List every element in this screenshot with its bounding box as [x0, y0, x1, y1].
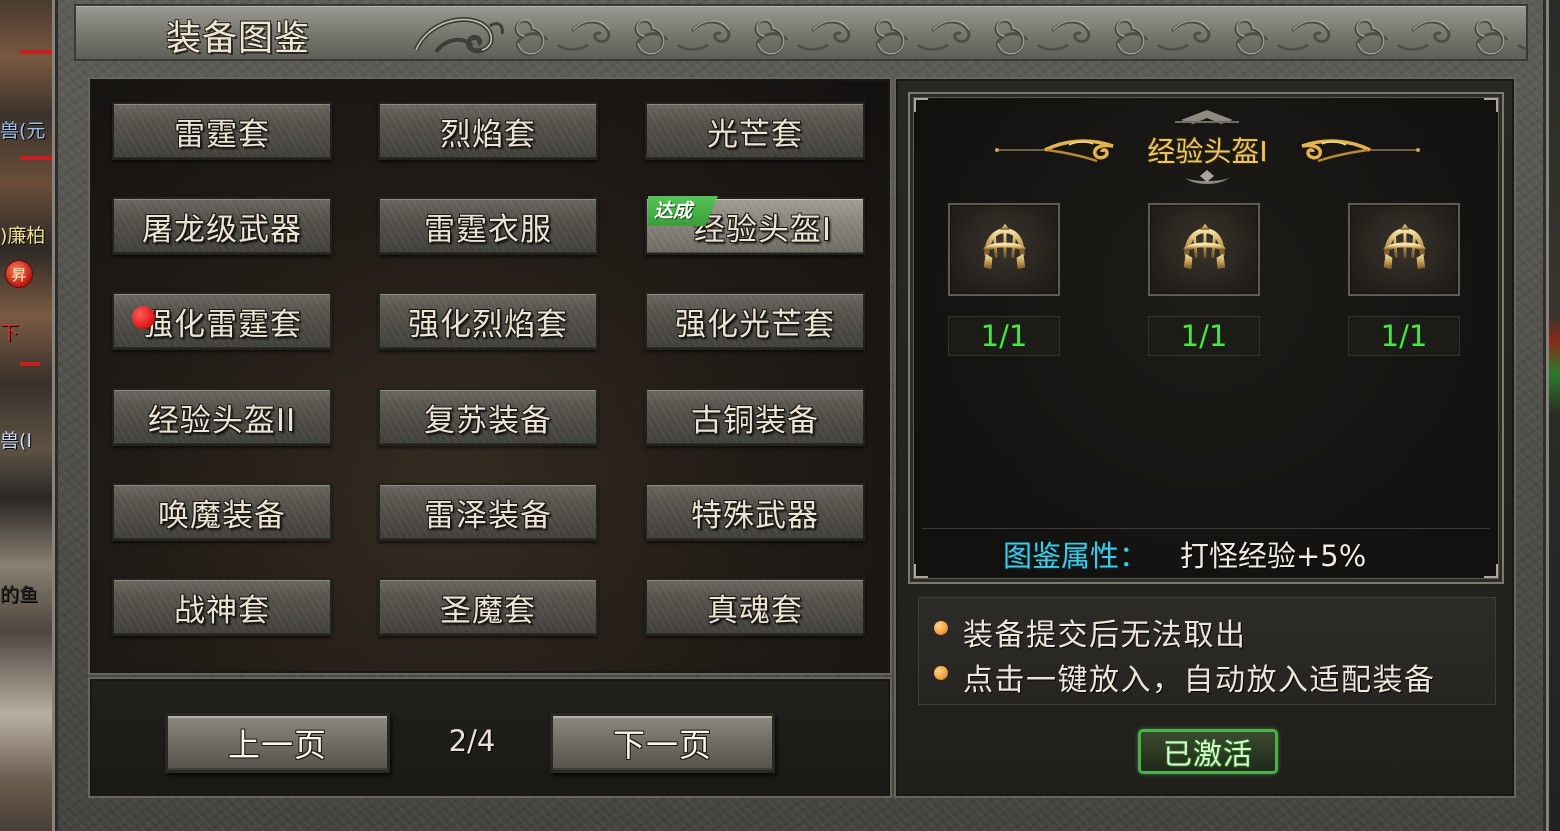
page-indicator: 2/4: [448, 724, 496, 758]
bullet-icon: [934, 666, 948, 680]
catalog-item-label: 真魂套: [707, 592, 803, 629]
catalog-item-label: 雷霆衣服: [424, 211, 552, 248]
helmet-icon: [1183, 223, 1226, 269]
catalog-item-label: 强化光芒套: [675, 306, 835, 343]
helmet-icon: [1383, 223, 1426, 269]
window-title: 装备图鉴: [166, 19, 311, 59]
catalog-item-war-god-set[interactable]: 战神套: [112, 578, 332, 636]
catalog-item-label: 战神套: [174, 592, 270, 629]
catalog-item-label: 烈焰套: [440, 116, 536, 153]
catalog-item-label: 强化烈焰套: [408, 306, 568, 343]
catalog-item-enhanced-thunder-set[interactable]: 强化雷霆套: [112, 292, 332, 350]
frame-corner: [1484, 564, 1498, 578]
activated-label: 已激活: [1162, 736, 1253, 771]
frame-corner: [1484, 98, 1498, 112]
next-page-label: 下一页: [612, 726, 712, 764]
title-bar-pattern: [502, 7, 1526, 59]
catalog-item-revival-gear[interactable]: 复苏装备: [378, 388, 598, 446]
scene-text-fragment: )廉柏: [0, 225, 46, 247]
note-text: 装备提交后无法取出: [963, 618, 1247, 653]
catalog-item-dragon-slayer-weapon[interactable]: 屠龙级武器: [112, 197, 332, 255]
catalog-item-label: 屠龙级武器: [142, 211, 302, 248]
note-text: 点击一键放入，自动放入适配装备: [963, 663, 1436, 698]
catalog-item-true-soul-set[interactable]: 真魂套: [645, 578, 865, 636]
hp-bar: [20, 156, 54, 160]
game-scene-right: [1549, 0, 1560, 831]
slot-count-label: 1/1: [980, 319, 1028, 353]
attribute-label: 图鉴属性：: [1003, 539, 1149, 573]
bullet-icon: [934, 621, 948, 635]
alert-dot: [132, 306, 155, 329]
catalog-item-thunder-clothes[interactable]: 雷霆衣服: [378, 197, 598, 255]
hp-bar: [20, 362, 40, 366]
equipment-slot[interactable]: [1148, 203, 1260, 296]
activated-button[interactable]: 已激活: [1138, 729, 1278, 774]
scene-emblem-icon: 昇: [5, 260, 33, 288]
frame-corner: [914, 98, 928, 112]
catalog-item-label: 强化雷霆套: [142, 306, 302, 343]
catalog-item-blaze-set[interactable]: 烈焰套: [378, 102, 598, 160]
slot-count-label: 1/1: [1380, 319, 1428, 353]
catalog-item-bronze-gear[interactable]: 古铜装备: [645, 388, 865, 446]
detail-title: 经验头盔I: [1147, 135, 1268, 168]
catalog-item-label: 雷霆套: [174, 116, 270, 153]
catalog-item-label: 雷泽装备: [424, 497, 552, 534]
slot-count: 1/1: [948, 316, 1060, 356]
catalog-item-label: 特殊武器: [691, 497, 819, 534]
frame-corner: [914, 564, 928, 578]
game-scene-left: 兽(元 )廉柏 昇 下 兽(I 的鱼: [0, 0, 56, 831]
helmet-icon: [983, 223, 1026, 269]
catalog-item-exp-helmet-2[interactable]: 经验头盔II: [112, 388, 332, 446]
cloud-ornament-icon: [413, 17, 504, 54]
catalog-item-demon-summon-gear[interactable]: 唤魔装备: [112, 483, 332, 541]
catalog-item-radiance-set[interactable]: 光芒套: [645, 102, 865, 160]
prev-page-label: 上一页: [227, 726, 327, 764]
slot-count: 1/1: [1348, 316, 1460, 356]
emblem-text: 昇: [11, 265, 27, 284]
left-wing-ornament: [1044, 139, 1114, 163]
scene-text-fragment: 下: [0, 322, 20, 344]
hp-bar: [20, 50, 54, 54]
catalog-item-label: 唤魔装备: [158, 497, 286, 534]
catalog-item-thunder-marsh-gear[interactable]: 雷泽装备: [378, 483, 598, 541]
scene-text-fragment: 兽(I: [0, 430, 33, 452]
slot-count-label: 1/1: [1180, 319, 1228, 353]
equipment-slot[interactable]: [1348, 203, 1460, 296]
catalog-item-label: 圣魔套: [440, 592, 536, 629]
right-wing-ornament: [1301, 139, 1420, 163]
equipment-slot[interactable]: [948, 203, 1060, 296]
attribute-value: 打怪经验+5%: [1180, 539, 1367, 573]
catalog-item-label: 复苏装备: [424, 402, 552, 439]
attribute-divider: [922, 528, 1490, 529]
catalog-item-special-weapon[interactable]: 特殊武器: [645, 483, 865, 541]
catalog-item-label: 光芒套: [707, 116, 803, 153]
catalog-item-label: 古铜装备: [691, 402, 819, 439]
prev-page-button[interactable]: 上一页: [165, 713, 390, 773]
slot-count: 1/1: [1148, 316, 1260, 356]
next-page-button[interactable]: 下一页: [550, 713, 775, 773]
scene-text-fragment: 的鱼: [0, 584, 39, 606]
catalog-item-enhanced-blaze-set[interactable]: 强化烈焰套: [378, 292, 598, 350]
catalog-item-holy-demon-set[interactable]: 圣魔套: [378, 578, 598, 636]
catalog-item-label: 经验头盔II: [147, 402, 297, 439]
catalog-item-thunder-set[interactable]: 雷霆套: [112, 102, 332, 160]
catalog-item-enhanced-radiance-set[interactable]: 强化光芒套: [645, 292, 865, 350]
catalog-item-exp-helmet-1[interactable]: 经验头盔I 达成: [645, 196, 865, 255]
scene-text-fragment: 兽(元: [0, 120, 46, 142]
